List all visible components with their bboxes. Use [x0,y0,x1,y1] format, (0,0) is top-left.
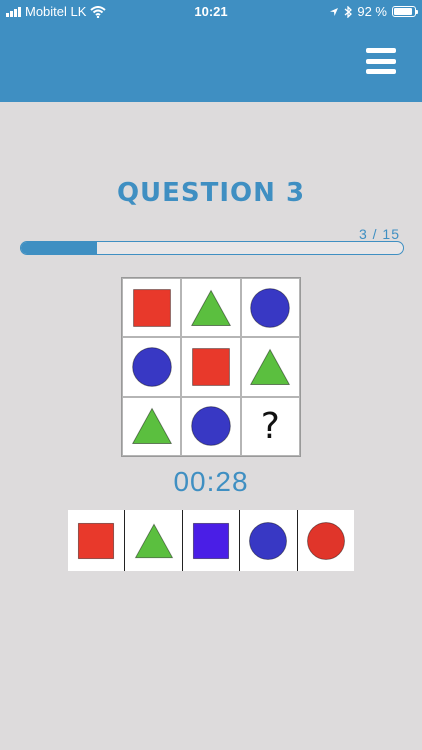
puzzle-grid: ? [121,277,301,457]
grid-cell [181,278,241,338]
battery-icon [392,6,418,17]
triangle-icon [190,289,232,326]
progress-label: 3 / 15 [358,226,400,242]
app-header [0,24,422,102]
hamburger-menu-icon[interactable] [366,48,396,74]
triangle-icon [250,348,291,385]
question-mark: ? [260,405,280,447]
grid-cell: ? [240,396,300,456]
square-icon [192,348,230,386]
question-title: QUESTION 3 [116,178,306,208]
answer-options [68,510,355,571]
grid-cell [181,337,241,397]
square-icon [78,522,115,559]
circle-icon [191,406,231,447]
progress-bar [20,241,404,255]
triangle-icon [134,522,173,558]
bluetooth-icon [344,5,353,18]
location-arrow-icon [330,7,339,16]
status-bar: Mobitel LK 10:21 92 % [0,0,422,24]
grid-cell [240,278,300,338]
circle-icon [249,521,288,560]
square-icon [192,522,230,559]
grid-cell [122,396,182,456]
battery-percent: 92 % [357,4,387,19]
answer-option-1[interactable] [68,510,126,571]
grid-cell [122,337,182,397]
grid-cell [240,337,300,397]
answer-option-5[interactable] [297,510,355,571]
square-icon [132,288,171,327]
circle-icon [131,347,172,387]
countdown-timer: 00:28 [173,466,249,497]
circle-icon [306,521,345,560]
answer-option-4[interactable] [240,510,298,571]
answer-option-2[interactable] [125,510,183,571]
circle-icon [250,287,291,328]
status-right: 92 % [329,4,418,19]
progress-fill [21,242,98,254]
grid-cell [181,396,241,456]
grid-cell [122,278,182,338]
answer-option-3[interactable] [182,510,241,571]
triangle-icon [131,407,172,445]
